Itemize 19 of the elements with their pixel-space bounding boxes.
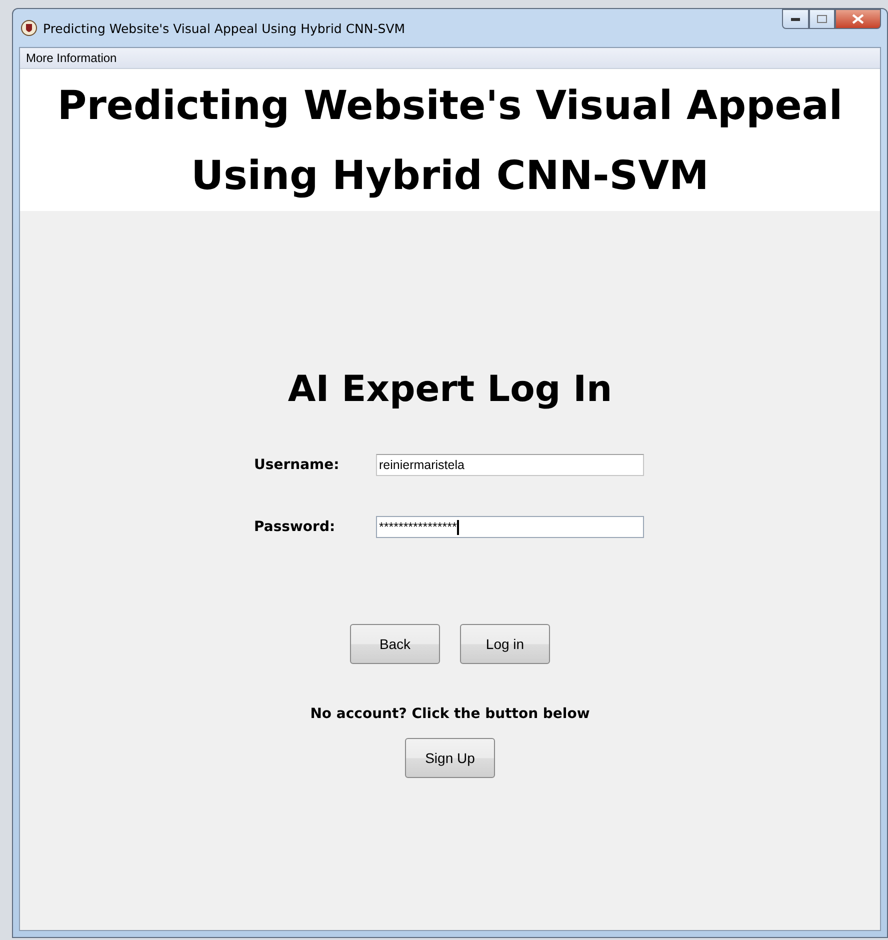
close-button[interactable] <box>835 9 881 29</box>
field-label: Username: <box>254 457 340 473</box>
minimize-button[interactable] <box>782 9 809 29</box>
app-title: Predicting Website's Visual Appeal Using Hybrid CNN-SVM <box>20 69 880 211</box>
signup-prompt: No account? Click the button below <box>310 706 590 722</box>
minimize-icon <box>791 18 800 20</box>
input-field[interactable]: **************** <box>376 516 644 538</box>
maximize-button[interactable] <box>809 9 835 29</box>
maximize-icon <box>817 15 827 23</box>
menu-item[interactable]: More Information <box>20 51 123 65</box>
login-button[interactable]: Log in <box>460 624 550 664</box>
close-icon <box>852 14 864 24</box>
input-field[interactable]: reiniermaristela <box>376 454 644 476</box>
field-label: Password: <box>254 519 336 535</box>
back-button[interactable]: Back <box>350 624 440 664</box>
signup-button[interactable]: Sign Up <box>405 738 495 778</box>
crest-icon <box>21 20 37 36</box>
login-heading: AI Expert Log In <box>288 369 612 410</box>
window-title: Predicting Website's Visual Appeal Using Hybrid CNN-SVM <box>43 20 406 36</box>
